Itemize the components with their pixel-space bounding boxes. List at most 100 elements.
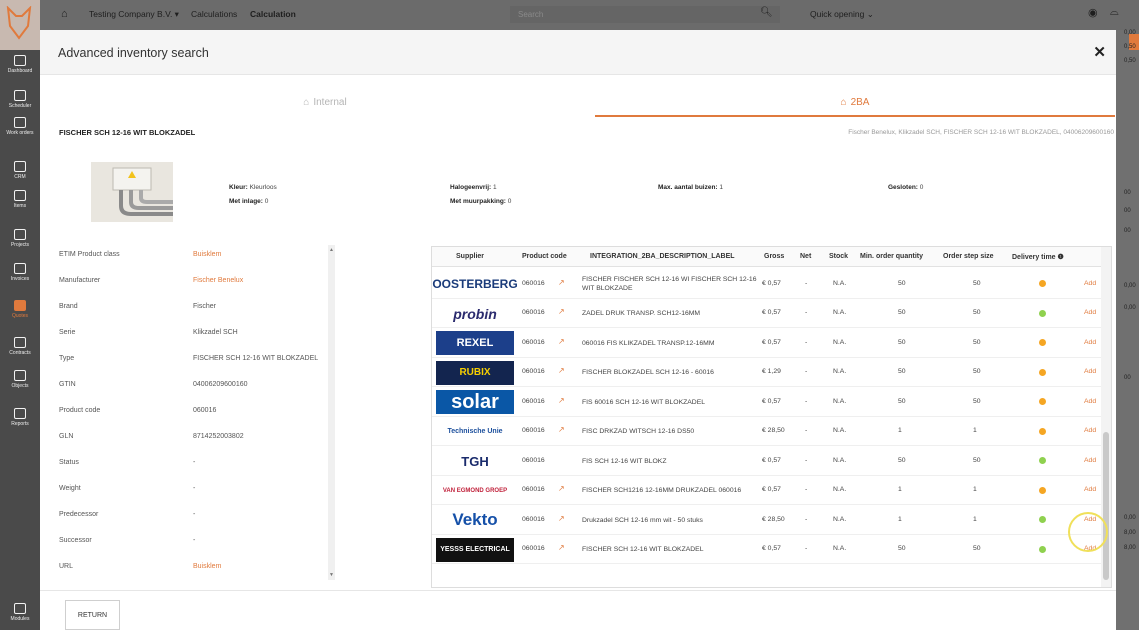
delivery-status-dot xyxy=(1039,368,1046,376)
tab-2ba[interactable]: ⌂ 2BA xyxy=(595,90,1115,117)
col-supplier[interactable]: Supplier xyxy=(456,253,484,260)
background-value: 0,00 xyxy=(1124,305,1136,311)
add-button[interactable]: Add xyxy=(1084,339,1096,346)
sidebar-item-work-orders[interactable]: Work orders xyxy=(0,117,40,136)
sidebar-item-contracts[interactable]: Contracts xyxy=(0,337,40,356)
work-orders-icon xyxy=(14,117,26,128)
table-scrollbar-thumb[interactable] xyxy=(1103,432,1109,580)
description-cell: ZADEL DRUK TRANSP. SCH12-16MM xyxy=(582,310,701,318)
table-header: Supplier Product code INTEGRATION_2BA_DE… xyxy=(432,247,1102,267)
min-order-quantity-cell: 50 xyxy=(898,279,906,287)
sidebar-item-scheduler[interactable]: Scheduler xyxy=(0,90,40,109)
sidebar-item-items[interactable]: Items xyxy=(0,190,40,209)
net-price-cell: - xyxy=(805,456,808,464)
modal-title: Advanced inventory search xyxy=(58,46,209,60)
detail-value: Fischer xyxy=(193,303,216,310)
attr-kleur: Kleur: Kleurloos xyxy=(229,184,277,191)
eye-icon[interactable]: ◉ xyxy=(1088,6,1098,19)
external-link-icon[interactable]: ↗ xyxy=(558,278,565,287)
description-cell: Drukzadel SCH 12-16 mm wit - 50 stuks xyxy=(582,516,703,524)
sidebar-item-projects[interactable]: Projects xyxy=(0,229,40,248)
search-icon[interactable]: 🔍︎ xyxy=(760,7,773,18)
external-link-icon[interactable]: ↗ xyxy=(558,337,565,346)
add-button[interactable]: Add xyxy=(1084,368,1096,375)
quick-opening-dropdown[interactable]: Quick opening ⌄ xyxy=(810,9,874,20)
attr-halogeenvrij: Halogeenvrij: 1 xyxy=(450,184,497,191)
detail-label: URL xyxy=(59,563,74,570)
add-button[interactable]: Add xyxy=(1084,280,1096,287)
inbox-icon[interactable]: ⌓ xyxy=(1110,6,1119,19)
product-image xyxy=(91,162,173,222)
gross-price-cell: € 0,57 xyxy=(762,279,781,287)
add-button[interactable]: Add xyxy=(1084,309,1096,316)
sidebar-item-crm[interactable]: CRM xyxy=(0,161,40,180)
home-icon[interactable]: ⌂ xyxy=(61,8,68,20)
sidebar-item-reports[interactable]: Reports xyxy=(0,408,40,427)
sidebar-item-modules[interactable]: Modules xyxy=(0,603,40,622)
detail-label: Status xyxy=(59,459,79,466)
sidebar-item-invoices[interactable]: Invoices xyxy=(0,263,40,282)
col-order-step-size[interactable]: Order step size xyxy=(943,253,994,260)
global-search-input[interactable]: Search xyxy=(510,6,780,23)
col-gross[interactable]: Gross xyxy=(764,253,784,260)
col-delivery-time[interactable]: Delivery time ❶ xyxy=(1012,253,1064,261)
order-step-size-cell: 50 xyxy=(973,397,981,405)
table-row: OOSTERBERG 060016 ↗ FISCHER FISCHER SCH 12-… xyxy=(432,269,1102,299)
stock-cell: N.A. xyxy=(833,515,847,523)
add-button[interactable]: Add xyxy=(1084,427,1096,434)
background-value: 0,50 xyxy=(1124,58,1136,64)
col-description[interactable]: INTEGRATION_2BA_DESCRIPTION_LABEL xyxy=(590,253,735,260)
background-value: 8,00 xyxy=(1124,545,1136,551)
sidebar-item-objects[interactable]: Objects xyxy=(0,370,40,389)
detail-label: Product code xyxy=(59,407,101,414)
supplier-logo: OOSTERBERG xyxy=(432,277,518,291)
background-value: 0,00 xyxy=(1124,283,1136,289)
external-link-icon[interactable]: ↗ xyxy=(558,543,565,552)
detail-row: Manufacturer Fischer Benelux xyxy=(40,277,330,291)
product-title: FISCHER SCH 12-16 WIT BLOKZADEL xyxy=(59,128,196,137)
product-code-cell: 060016 xyxy=(522,368,545,376)
external-link-icon[interactable]: ↗ xyxy=(558,366,565,375)
external-link-icon[interactable]: ↗ xyxy=(558,396,565,405)
return-button[interactable]: RETURN xyxy=(65,600,120,630)
gross-price-cell: € 0,57 xyxy=(762,338,781,346)
gross-price-cell: € 28,50 xyxy=(762,427,785,435)
gross-price-cell: € 0,57 xyxy=(762,456,781,464)
add-button[interactable]: Add xyxy=(1084,398,1096,405)
external-link-icon[interactable]: ↗ xyxy=(558,484,565,493)
app-logo[interactable] xyxy=(0,0,40,50)
product-code-cell: 060016 xyxy=(522,279,545,287)
col-stock[interactable]: Stock xyxy=(829,253,848,260)
tab-internal[interactable]: ⌂ Internal xyxy=(55,90,595,117)
add-button[interactable]: Add xyxy=(1084,486,1096,493)
close-icon[interactable]: ✕ xyxy=(1093,43,1106,61)
detail-row: URL Buisklem xyxy=(40,563,330,577)
external-link-icon[interactable]: ↗ xyxy=(558,307,565,316)
breadcrumb-calculations[interactable]: Calculations xyxy=(191,9,237,19)
detail-value[interactable]: Fischer Benelux xyxy=(193,277,243,284)
detail-value[interactable]: Buisklem xyxy=(193,251,221,258)
col-product-code[interactable]: Product code xyxy=(522,253,567,260)
col-min-order-quantity[interactable]: Min. order quantity xyxy=(860,253,923,260)
breadcrumb-company[interactable]: Testing Company B.V. ▾ xyxy=(89,9,179,20)
delivery-status-dot xyxy=(1039,398,1046,406)
sidebar-item-quotes[interactable]: Quotes xyxy=(0,300,40,319)
breadcrumb-calculation: Calculation xyxy=(250,9,296,19)
detail-label: GTIN xyxy=(59,381,76,388)
sidebar-item-dashboard[interactable]: Dashboard xyxy=(0,55,40,74)
add-button[interactable]: Add xyxy=(1084,457,1096,464)
description-cell: FIS SCH 12-16 WIT BLOKZ xyxy=(582,457,667,465)
net-price-cell: - xyxy=(805,486,808,494)
detail-row: Serie Klikzadel SCH xyxy=(40,329,330,343)
gross-price-cell: € 0,57 xyxy=(762,397,781,405)
col-net[interactable]: Net xyxy=(800,253,811,260)
external-link-icon[interactable]: ↗ xyxy=(558,514,565,523)
detail-row: Predecessor - xyxy=(40,511,330,525)
net-price-cell: - xyxy=(805,368,808,376)
min-order-quantity-cell: 50 xyxy=(898,456,906,464)
detail-value[interactable]: Buisklem xyxy=(193,563,221,570)
details-scrollbar[interactable]: ▲ ▼ xyxy=(328,245,335,580)
detail-value: - xyxy=(193,485,196,492)
detail-row: Type FISCHER SCH 12-16 WIT BLOKZADEL xyxy=(40,355,330,369)
external-link-icon[interactable]: ↗ xyxy=(558,425,565,434)
